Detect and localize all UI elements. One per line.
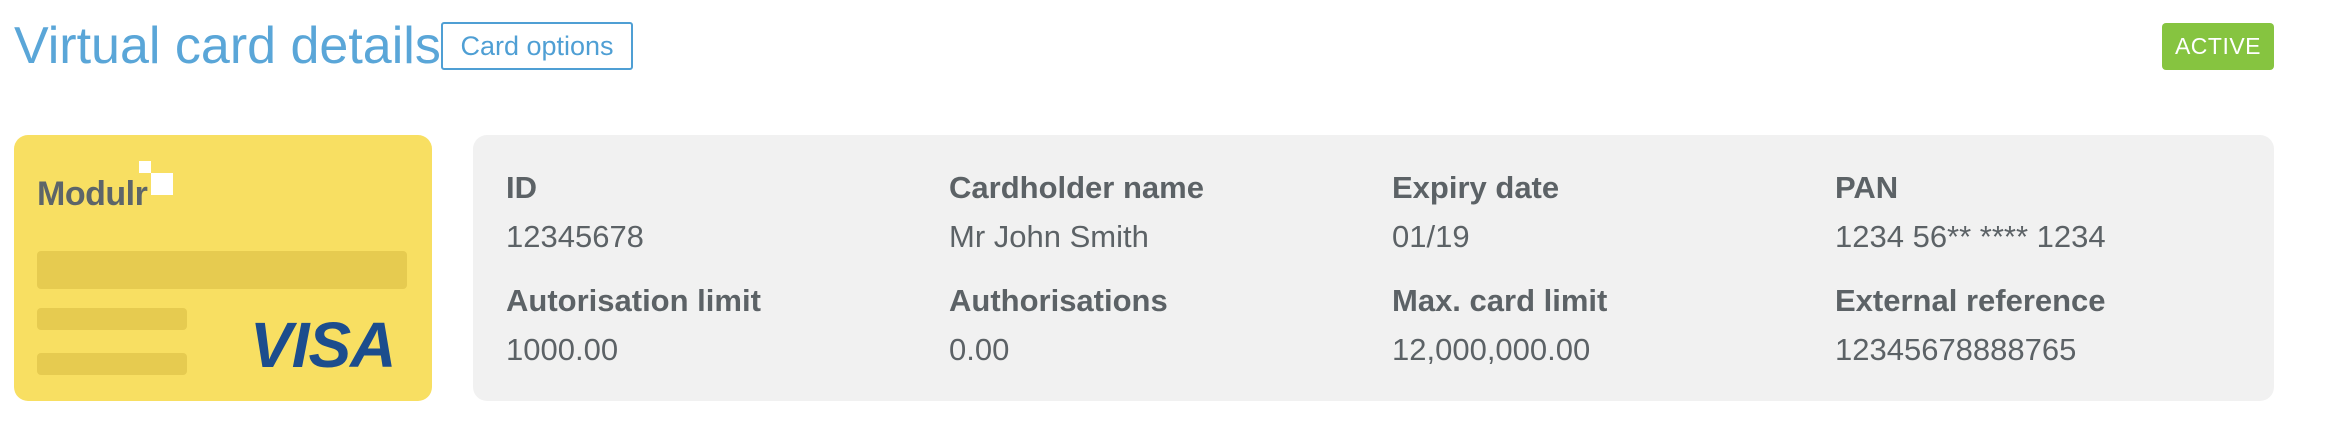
field-value: 1000.00 bbox=[506, 332, 619, 367]
page-title: Virtual card details bbox=[14, 17, 441, 75]
field-label: External reference bbox=[1835, 283, 2106, 318]
card-details-panel: ID 12345678 Cardholder name Mr John Smit… bbox=[473, 135, 2274, 401]
field-label: Expiry date bbox=[1392, 170, 1560, 205]
field-authorisations: Authorisations 0.00 bbox=[949, 281, 1168, 370]
card-detail-placeholder bbox=[37, 353, 187, 375]
card-detail-placeholder bbox=[37, 308, 187, 330]
field-label: Authorisations bbox=[949, 283, 1168, 318]
field-label: Autorisation limit bbox=[506, 283, 761, 318]
field-value: 12345678888765 bbox=[1835, 332, 2077, 367]
field-value: 01/19 bbox=[1392, 219, 1470, 254]
card-options-button[interactable]: Card options bbox=[441, 22, 633, 70]
field-authorisation-limit: Autorisation limit 1000.00 bbox=[506, 281, 761, 370]
field-value: 12345678 bbox=[506, 219, 644, 254]
field-value: 1234 56** **** 1234 bbox=[1835, 219, 2106, 254]
field-cardholder-name: Cardholder name Mr John Smith bbox=[949, 168, 1204, 257]
field-value: Mr John Smith bbox=[949, 219, 1149, 254]
field-value: 0.00 bbox=[949, 332, 1010, 367]
field-label: Max. card limit bbox=[1392, 283, 1608, 318]
virtual-card-details-page: Virtual card details Card options ACTIVE… bbox=[0, 0, 2326, 434]
visa-logo: VISA bbox=[250, 309, 396, 381]
field-expiry-date: Expiry date 01/19 bbox=[1392, 168, 1559, 257]
card-graphic: Modulr VISA bbox=[14, 135, 432, 401]
field-label: ID bbox=[506, 170, 537, 205]
status-badge: ACTIVE bbox=[2162, 23, 2274, 70]
field-pan: PAN 1234 56** **** 1234 bbox=[1835, 168, 2106, 257]
card-number-placeholder bbox=[37, 251, 407, 289]
card-brand-logo: Modulr bbox=[37, 175, 148, 213]
field-max-card-limit: Max. card limit 12,000,000.00 bbox=[1392, 281, 1607, 370]
field-id: ID 12345678 bbox=[506, 168, 644, 257]
modulr-logo-icon bbox=[139, 161, 173, 195]
field-value: 12,000,000.00 bbox=[1392, 332, 1591, 367]
field-label: PAN bbox=[1835, 170, 1899, 205]
field-external-reference: External reference 12345678888765 bbox=[1835, 281, 2106, 370]
field-label: Cardholder name bbox=[949, 170, 1204, 205]
